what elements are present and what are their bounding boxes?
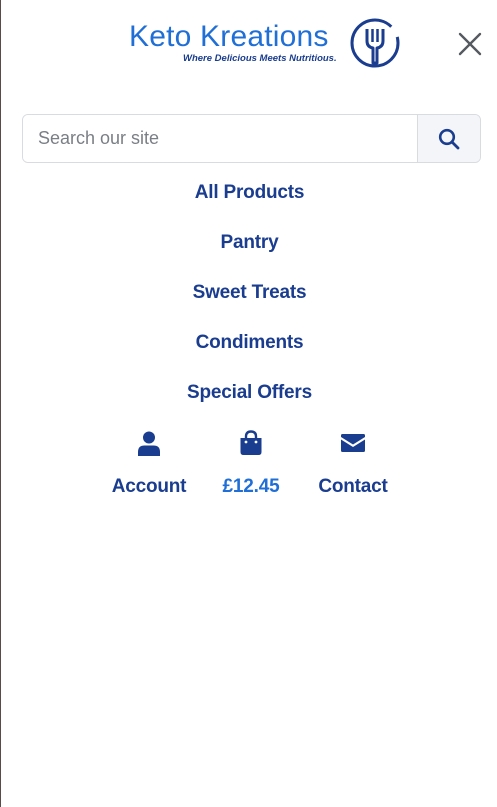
nav-link-special-offers[interactable]: Special Offers (187, 382, 312, 403)
brand-logo[interactable]: Keto Kreations Where Delicious Meets Nut… (129, 17, 401, 71)
account-link[interactable]: Account (99, 426, 199, 498)
search-input[interactable] (23, 115, 417, 162)
shopping-bag-icon (240, 430, 262, 455)
envelope-icon (341, 434, 365, 452)
search-icon (438, 128, 460, 149)
brand-tagline: Where Delicious Meets Nutritious. (183, 53, 337, 64)
nav-link-pantry[interactable]: Pantry (221, 232, 279, 253)
account-label: Account (111, 476, 187, 497)
contact-link[interactable]: Contact (303, 426, 403, 498)
brand-name: Keto Kreations (129, 20, 329, 53)
nav-link-condiments[interactable]: Condiments (196, 332, 304, 353)
nav-link-all-products[interactable]: All Products (195, 182, 305, 203)
mobile-menu-drawer: Keto Kreations Where Delicious Meets Nut… (0, 0, 497, 807)
quick-links: Account £12.45 Contact (1, 426, 497, 506)
nav-item-all-products: All Products (1, 168, 497, 218)
nav-item-special-offers: Special Offers (1, 368, 497, 418)
contact-label: Contact (318, 476, 388, 497)
search-button[interactable] (417, 115, 480, 162)
search-bar (22, 114, 481, 163)
close-icon[interactable] (457, 31, 483, 57)
nav-item-pantry: Pantry (1, 218, 497, 268)
main-nav: All Products Pantry Sweet Treats Condime… (1, 168, 497, 418)
fork-in-circle-icon (350, 18, 400, 68)
nav-item-sweet-treats: Sweet Treats (1, 268, 497, 318)
nav-link-sweet-treats[interactable]: Sweet Treats (193, 282, 307, 303)
nav-item-condiments: Condiments (1, 318, 497, 368)
basket-total: £12.45 (222, 476, 280, 497)
basket-link[interactable]: £12.45 (201, 426, 301, 498)
user-icon (138, 431, 160, 456)
